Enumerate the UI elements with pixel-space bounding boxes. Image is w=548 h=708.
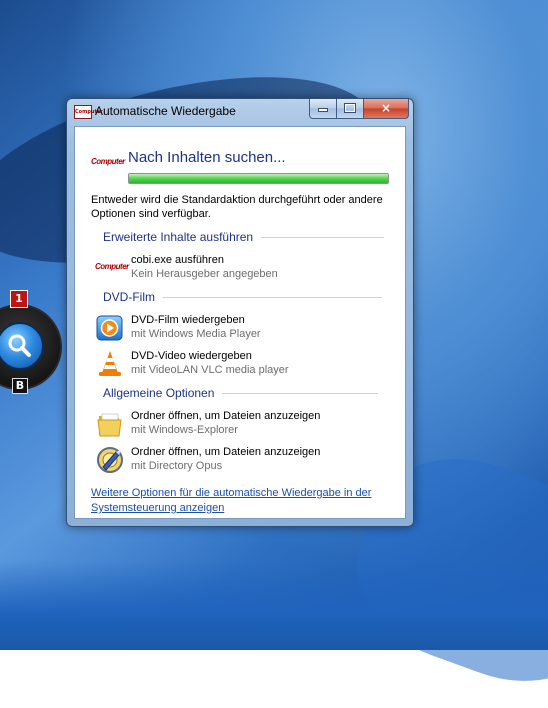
section-title: Allgemeine Optionen (103, 386, 215, 400)
dialog-content: Computer Nach Inhalten suchen... Entwede… (74, 126, 406, 519)
option-play-dvd-vlc[interactable]: DVD-Video wiedergeben mit VideoLAN VLC m… (95, 348, 395, 382)
option-title: Ordner öffnen, um Dateien anzuzeigen (131, 446, 321, 458)
option-run-cobi[interactable]: Computer cobi.exe ausführen Kein Herausg… (95, 252, 395, 286)
option-subtitle: mit Windows Media Player (131, 328, 261, 340)
dialog-heading: Nach Inhalten suchen... (128, 149, 286, 166)
dialog-description: Entweder wird die Standardaktion durchge… (91, 194, 383, 220)
title-bar[interactable]: Computer Automatische Wiedergabe × (67, 99, 413, 123)
section-title: DVD-Film (103, 290, 155, 304)
section-header-allgemeine-optionen: Allgemeine Optionen (103, 386, 379, 400)
control-panel-options-link[interactable]: Weitere Optionen für die automatische Wi… (91, 486, 391, 516)
media-player-icon (95, 313, 127, 345)
close-button[interactable]: × (364, 99, 409, 119)
option-title: DVD-Video wiedergeben (131, 350, 252, 362)
option-title: cobi.exe ausführen (131, 254, 224, 266)
section-divider (261, 236, 385, 238)
window-title: Automatische Wiedergabe (95, 104, 236, 118)
close-icon: × (380, 101, 392, 115)
desktop-search-gadget[interactable]: 1 B (0, 290, 62, 400)
folder-icon (95, 409, 127, 441)
section-divider (163, 296, 382, 298)
search-progress-bar (128, 173, 389, 184)
section-header-erweiterte-inhalte: Erweiterte Inhalte ausführen (103, 230, 385, 244)
progress-fill (129, 174, 388, 183)
option-play-dvd-wmp[interactable]: DVD-Film wiedergeben mit Windows Media P… (95, 312, 395, 346)
gadget-badge[interactable]: 1 (10, 290, 28, 308)
maximize-icon (344, 103, 356, 113)
option-open-folder-explorer[interactable]: Ordner öffnen, um Dateien anzuzeigen mit… (95, 408, 395, 442)
autoplay-window: Computer Automatische Wiedergabe × Compu… (66, 98, 414, 527)
option-title: DVD-Film wiedergeben (131, 314, 245, 326)
caption-buttons: × (309, 99, 409, 119)
option-subtitle: mit Windows-Explorer (131, 424, 238, 436)
search-icon[interactable] (0, 322, 44, 370)
option-subtitle: mit Directory Opus (131, 460, 223, 472)
option-subtitle: mit VideoLAN VLC media player (131, 364, 289, 376)
maximize-button[interactable] (337, 99, 364, 119)
wallpaper-shape (0, 560, 548, 650)
section-divider (222, 392, 379, 394)
option-title: Ordner öffnen, um Dateien anzuzeigen (131, 410, 321, 422)
option-open-folder-opus[interactable]: Ordner öffnen, um Dateien anzuzeigen mit… (95, 444, 395, 478)
minimize-button[interactable] (309, 99, 337, 119)
computer-logo-icon: Computer (95, 262, 129, 271)
option-subtitle: Kein Herausgeber angegeben (131, 268, 278, 280)
minimize-icon (318, 108, 328, 112)
section-title: Erweiterte Inhalte ausführen (103, 230, 254, 244)
app-logo-icon: Computer (74, 105, 103, 119)
computer-logo-icon: Computer (91, 157, 125, 166)
vlc-cone-icon (95, 349, 127, 381)
gadget-b-button[interactable]: B (12, 378, 28, 394)
directory-opus-icon (95, 445, 127, 477)
section-header-dvd-film: DVD-Film (103, 290, 382, 304)
